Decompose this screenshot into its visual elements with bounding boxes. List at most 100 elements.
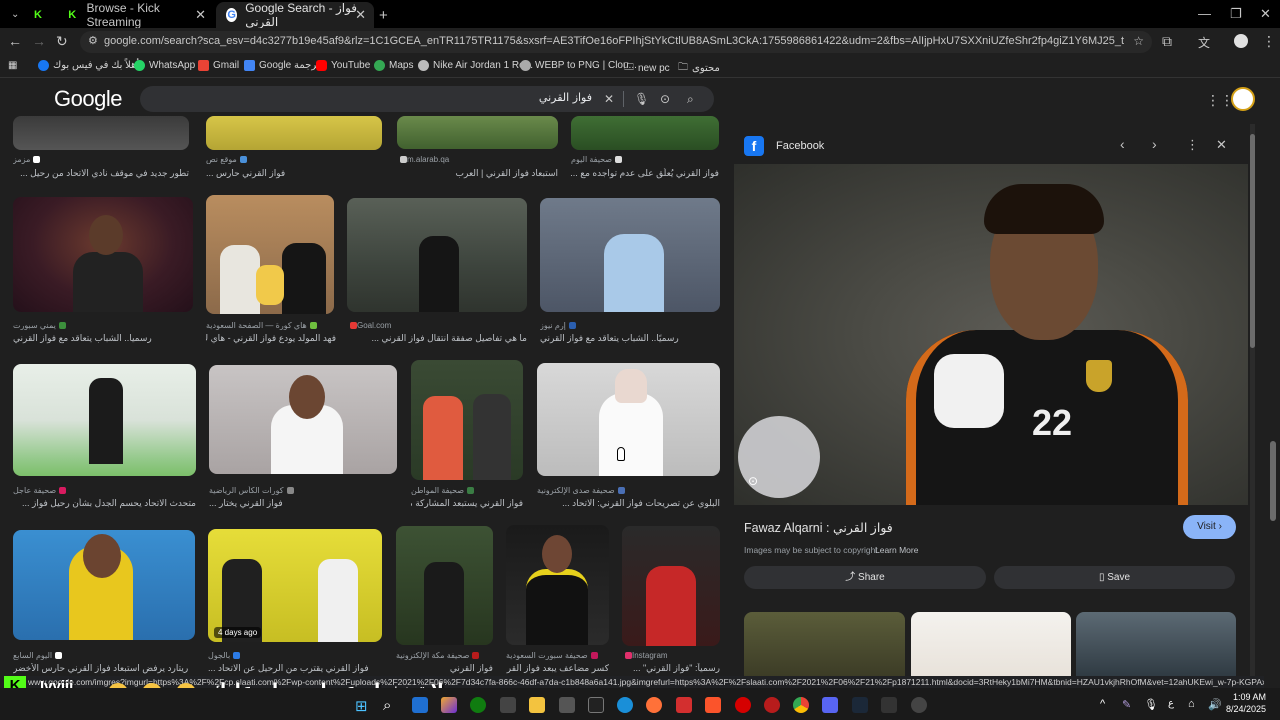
preview-image[interactable]: 22 ⊙ <box>734 164 1248 505</box>
result-source[interactable]: اليوم السابع <box>13 651 195 660</box>
result-image[interactable] <box>537 363 720 476</box>
next-icon[interactable]: › <box>1152 136 1157 152</box>
result-source[interactable]: يمني سبورت <box>13 321 193 330</box>
clock-time[interactable]: 1:09 AM <box>1230 692 1266 702</box>
result-source[interactable]: صحيفة مكة الإلكترونية <box>396 651 493 660</box>
result-image[interactable] <box>397 116 558 149</box>
opera-gx-icon[interactable] <box>764 697 780 713</box>
lens-search-icon[interactable]: ⊙ <box>748 474 758 488</box>
result-caption[interactable]: البلوي عن تصريحات فواز القرني: الاتحاد .… <box>537 498 720 509</box>
site-info-icon[interactable]: ⚙ <box>88 34 98 47</box>
tray-app-icon[interactable]: ✎ <box>1122 698 1131 711</box>
translate-icon[interactable]: 文 <box>1198 34 1210 51</box>
volume-icon[interactable]: 🔊 <box>1208 698 1222 711</box>
visit-button[interactable]: Visit › <box>1183 515 1236 539</box>
search-icon[interactable]: ⌕ <box>383 697 399 714</box>
close-panel-icon[interactable]: ✕ <box>1216 137 1227 153</box>
bookmark-google-translate[interactable]: Google ترجمة <box>244 60 320 71</box>
more-options-icon[interactable]: ⋮ <box>1186 137 1199 153</box>
discord-icon[interactable] <box>822 697 838 713</box>
outlook-icon[interactable] <box>412 697 428 713</box>
result-caption[interactable]: فهد المولد يودع فواز القرني - هاي ك... <box>206 333 336 344</box>
result-image[interactable] <box>622 526 720 646</box>
result-image[interactable] <box>13 530 195 640</box>
result-image[interactable] <box>540 198 720 312</box>
bookmark-maps[interactable]: Maps <box>374 60 413 71</box>
result-source[interactable]: صحيفة صدى الإلكترونية <box>537 486 720 495</box>
page-scrollbar[interactable] <box>1268 117 1278 677</box>
related-image[interactable] <box>1076 612 1236 677</box>
result-caption[interactable]: ما هي تفاصيل صفقة انتقال فواز القرني ... <box>347 333 527 344</box>
result-image[interactable]: 4 days ago <box>208 529 382 642</box>
result-caption[interactable]: متحدث الاتحاد يحسم الجدل بشأن رحيل فواز … <box>13 498 196 509</box>
result-caption[interactable]: رسمياً: "فواز القرني" ... <box>622 663 720 674</box>
tray-chevron-icon[interactable]: ^ <box>1100 698 1105 710</box>
address-bar[interactable]: ⚙ google.com/search?sca_esv=d4c3277b19e4… <box>80 31 1152 53</box>
vivaldi-icon[interactable] <box>676 697 692 713</box>
back-icon[interactable]: ← <box>8 33 22 49</box>
result-caption[interactable]: ريتارد يرفض استبعاد فواز القرني حارس الأ… <box>13 663 195 674</box>
previous-icon[interactable]: ‹ <box>1120 136 1125 152</box>
google-logo[interactable]: Google <box>54 86 122 112</box>
extensions-icon[interactable]: ⧉ <box>1162 33 1172 50</box>
microphone-icon[interactable]: 🎙 <box>634 92 649 106</box>
result-image[interactable] <box>396 526 493 645</box>
result-caption[interactable]: تطور جديد في موقف نادي الاتحاد من رحيل .… <box>13 168 189 179</box>
result-source[interactable]: صحيفة سبورت السعودية <box>506 651 609 660</box>
result-caption[interactable]: كسر مضاعف يبعد فواز القرني ... <box>506 663 609 674</box>
result-image[interactable] <box>13 197 193 312</box>
related-image[interactable] <box>744 612 905 677</box>
close-tab-icon[interactable]: ✕ <box>195 7 206 23</box>
store-icon[interactable] <box>500 697 516 713</box>
bookmark-folder-content[interactable]: 🗀 محتوى <box>678 60 720 77</box>
bookmark-star-icon[interactable]: ☆ <box>1133 34 1144 48</box>
result-source[interactable]: Goal.com <box>347 321 527 330</box>
result-source[interactable]: بالجول <box>208 651 382 660</box>
app-icon[interactable] <box>911 697 927 713</box>
result-caption[interactable]: فواز القرني يستبعد المشاركة مع ا... <box>411 498 523 509</box>
bookmark-facebook[interactable]: أهلاً بك في فيس بوك <box>38 60 139 71</box>
result-caption[interactable]: فواز القرني يقترب من الرحيل عن الاتحاد .… <box>208 663 382 674</box>
windows-start-icon[interactable]: ⊞ <box>355 697 371 715</box>
edge-icon[interactable] <box>617 697 633 713</box>
result-image[interactable] <box>206 116 382 150</box>
result-caption[interactable]: فواز القرني <box>396 663 493 674</box>
microphone-icon[interactable]: 🎙 <box>1144 698 1158 711</box>
result-image[interactable] <box>209 365 397 474</box>
result-source[interactable]: صحيفة عاجل <box>13 486 196 495</box>
network-icon[interactable]: ⌂ <box>1188 698 1195 710</box>
reload-icon[interactable]: ↻ <box>56 33 68 50</box>
search-box[interactable]: ✕ 🎙 ⊙ ⌕ <box>140 86 714 112</box>
brave-icon[interactable] <box>705 697 721 713</box>
result-image[interactable] <box>206 195 334 314</box>
result-image[interactable] <box>13 116 189 150</box>
result-source[interactable]: مزمز <box>13 155 189 164</box>
minimize-icon[interactable]: — <box>1198 6 1211 21</box>
bookmark-folder-new-pc[interactable]: 🗀 new pc <box>624 60 670 77</box>
bookmark-gmail[interactable]: Gmail <box>198 60 239 71</box>
bookmark-webp-to-png[interactable]: WEBP to PNG | Clou... <box>520 60 637 71</box>
file-explorer-icon[interactable] <box>529 697 545 713</box>
search-icon[interactable]: ⌕ <box>687 92 694 107</box>
tab-search-button[interactable]: ⌄ <box>6 5 28 23</box>
lens-icon[interactable]: ⊙ <box>660 92 670 106</box>
result-source[interactable]: صحيفة المواطن <box>411 486 523 495</box>
panel-site-name[interactable]: Facebook <box>776 140 824 152</box>
result-source[interactable]: m.alarab.qa <box>397 155 558 164</box>
result-caption[interactable]: استبعاد فواز القرني | العرب <box>397 168 559 179</box>
close-tab-icon[interactable]: ✕ <box>355 7 366 23</box>
result-source[interactable]: كورات الكأس الرياضية <box>209 486 397 495</box>
account-avatar[interactable] <box>1231 87 1255 111</box>
clock-date[interactable]: 8/24/2025 <box>1224 704 1266 714</box>
result-caption[interactable]: فواز القرني يختار ... <box>209 498 397 509</box>
result-source[interactable]: إرم نيوز <box>540 321 720 330</box>
app-icon[interactable] <box>588 697 604 713</box>
firefox-icon[interactable] <box>646 697 662 713</box>
panel-scrollbar[interactable] <box>1250 124 1255 677</box>
result-image[interactable] <box>411 360 523 480</box>
result-source[interactable]: صحيفة اليوم <box>571 155 719 164</box>
result-image[interactable] <box>13 364 196 476</box>
xbox-icon[interactable] <box>470 697 486 713</box>
result-image[interactable] <box>506 525 609 645</box>
opera-icon[interactable] <box>735 697 751 713</box>
